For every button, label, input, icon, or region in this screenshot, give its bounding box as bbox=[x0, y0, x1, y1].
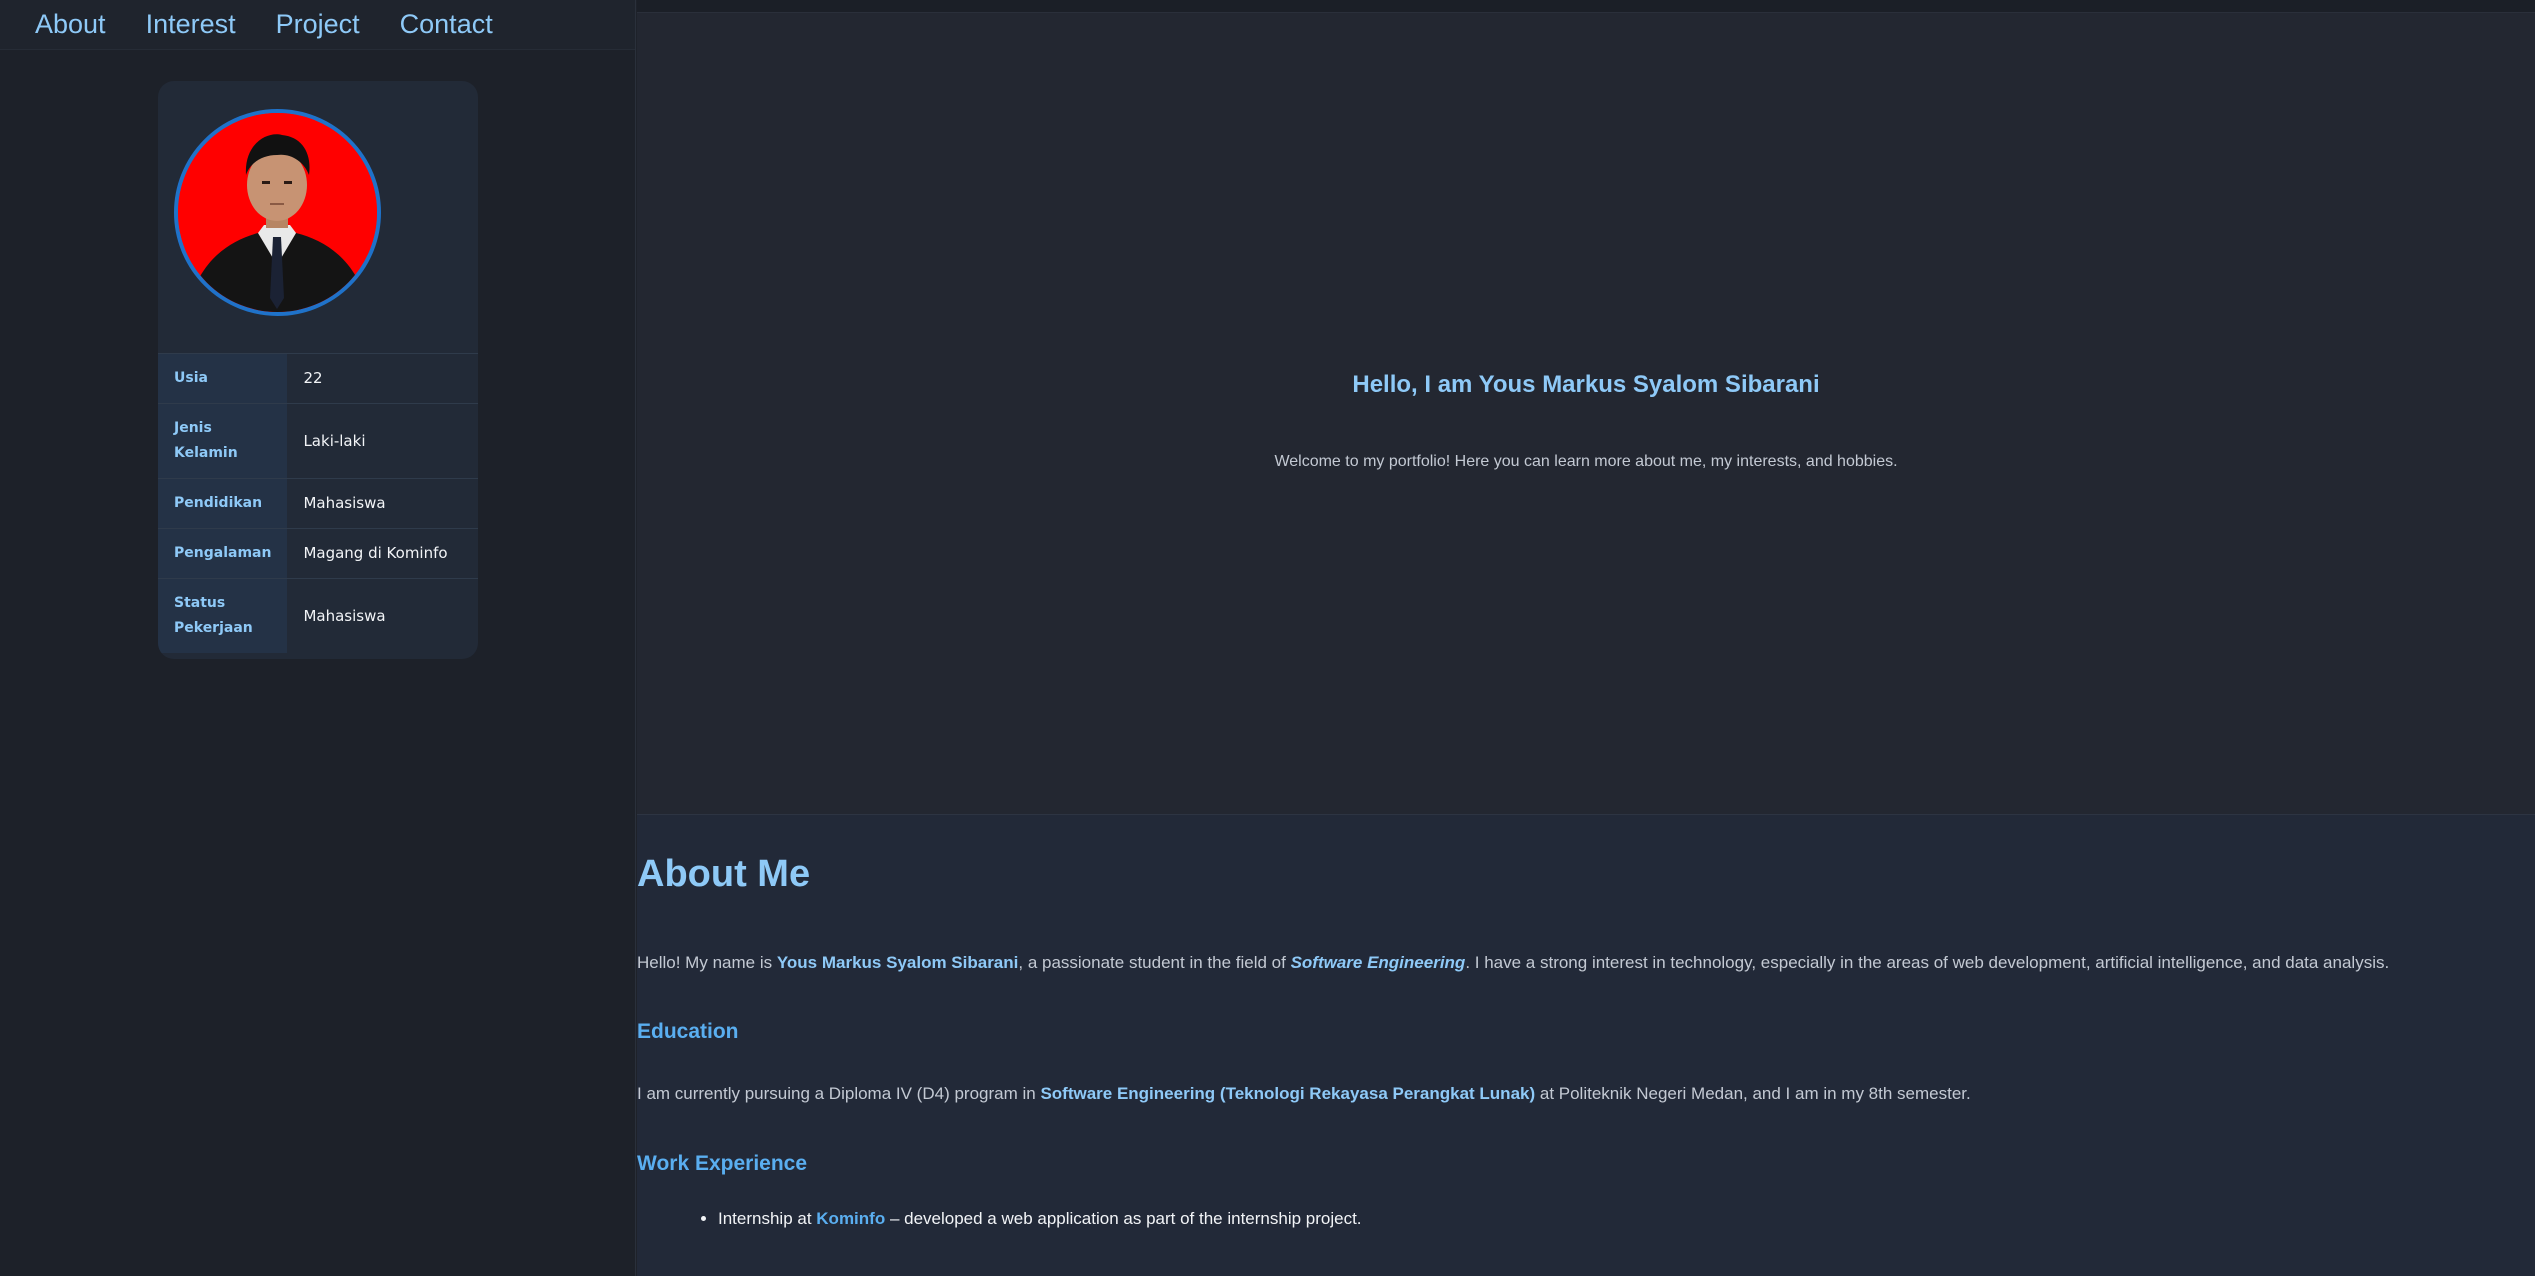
avatar-area bbox=[158, 81, 478, 353]
row-label: Status Pekerjaan bbox=[158, 578, 288, 653]
education-text: I am currently pursuing a Diploma IV (D4… bbox=[637, 1084, 1971, 1104]
row-label: Pendidikan bbox=[158, 478, 288, 529]
profile-card: Usia 22 Jenis Kelamin Laki-laki Pendidik… bbox=[158, 81, 478, 659]
edu-suffix: at Politeknik Negeri Medan, and I am in … bbox=[1535, 1084, 1971, 1103]
list-item: Internship at Kominfo – developed a web … bbox=[718, 1209, 1362, 1229]
main-content: Hello, I am Yous Markus Syalom Sibarani … bbox=[637, 0, 2535, 1276]
about-section: About Me Hello! My name is Yous Markus S… bbox=[637, 815, 2535, 1276]
row-label: Jenis Kelamin bbox=[158, 403, 288, 479]
work-suffix: – developed a web application as part of… bbox=[885, 1209, 1362, 1228]
work-heading: Work Experience bbox=[637, 1152, 808, 1175]
work-company: Kominfo bbox=[816, 1209, 886, 1228]
person-portrait-icon bbox=[178, 113, 377, 312]
education-heading: Education bbox=[637, 1020, 739, 1043]
intro-field: Software Engineering bbox=[1290, 953, 1466, 972]
row-value: 22 bbox=[303, 369, 323, 387]
intro-name: Yous Markus Syalom Sibarani bbox=[776, 953, 1019, 972]
hero-title: Hello, I am Yous Markus Syalom Sibarani bbox=[1352, 371, 1820, 398]
row-label: Usia bbox=[158, 353, 288, 404]
work-prefix: Internship at bbox=[718, 1209, 817, 1228]
table-row: Pengalaman Magang di Kominfo bbox=[158, 528, 478, 579]
edu-program: Software Engineering (Teknologi Rekayasa… bbox=[1040, 1084, 1536, 1103]
top-strip bbox=[637, 0, 2535, 13]
hero-section: Hello, I am Yous Markus Syalom Sibarani … bbox=[637, 13, 2535, 815]
work-list: Internship at Kominfo – developed a web … bbox=[637, 1209, 1362, 1229]
sidebar: About Interest Project Contact Usia 22 J… bbox=[0, 0, 636, 1276]
table-row: Jenis Kelamin Laki-laki bbox=[158, 403, 478, 479]
row-label: Pengalaman bbox=[158, 528, 288, 579]
intro-suffix: . I have a strong interest in technology… bbox=[1465, 953, 2390, 972]
profile-info-table: Usia 22 Jenis Kelamin Laki-laki Pendidik… bbox=[158, 353, 478, 653]
about-intro: Hello! My name is Yous Markus Syalom Sib… bbox=[637, 953, 2389, 973]
avatar bbox=[174, 109, 381, 316]
nav-project-link[interactable]: Project bbox=[276, 9, 360, 40]
table-row: Pendidikan Mahasiswa bbox=[158, 478, 478, 529]
row-value: Mahasiswa bbox=[303, 494, 386, 512]
top-nav: About Interest Project Contact bbox=[0, 0, 635, 50]
row-value: Laki-laki bbox=[303, 431, 366, 450]
row-value: Magang di Kominfo bbox=[303, 544, 448, 562]
about-heading: About Me bbox=[637, 853, 811, 895]
intro-mid: , a passionate student in the field of bbox=[1018, 953, 1291, 972]
table-row: Usia 22 bbox=[158, 353, 478, 404]
intro-prefix: Hello! My name is bbox=[637, 953, 777, 972]
nav-interest-link[interactable]: Interest bbox=[146, 9, 236, 40]
table-row: Status Pekerjaan Mahasiswa bbox=[158, 578, 478, 653]
row-value: Mahasiswa bbox=[303, 606, 386, 625]
nav-about-link[interactable]: About bbox=[35, 9, 106, 40]
hero-subtitle: Welcome to my portfolio! Here you can le… bbox=[1274, 453, 1898, 470]
nav-contact-link[interactable]: Contact bbox=[400, 9, 493, 40]
edu-prefix: I am currently pursuing a Diploma IV (D4… bbox=[637, 1084, 1041, 1103]
